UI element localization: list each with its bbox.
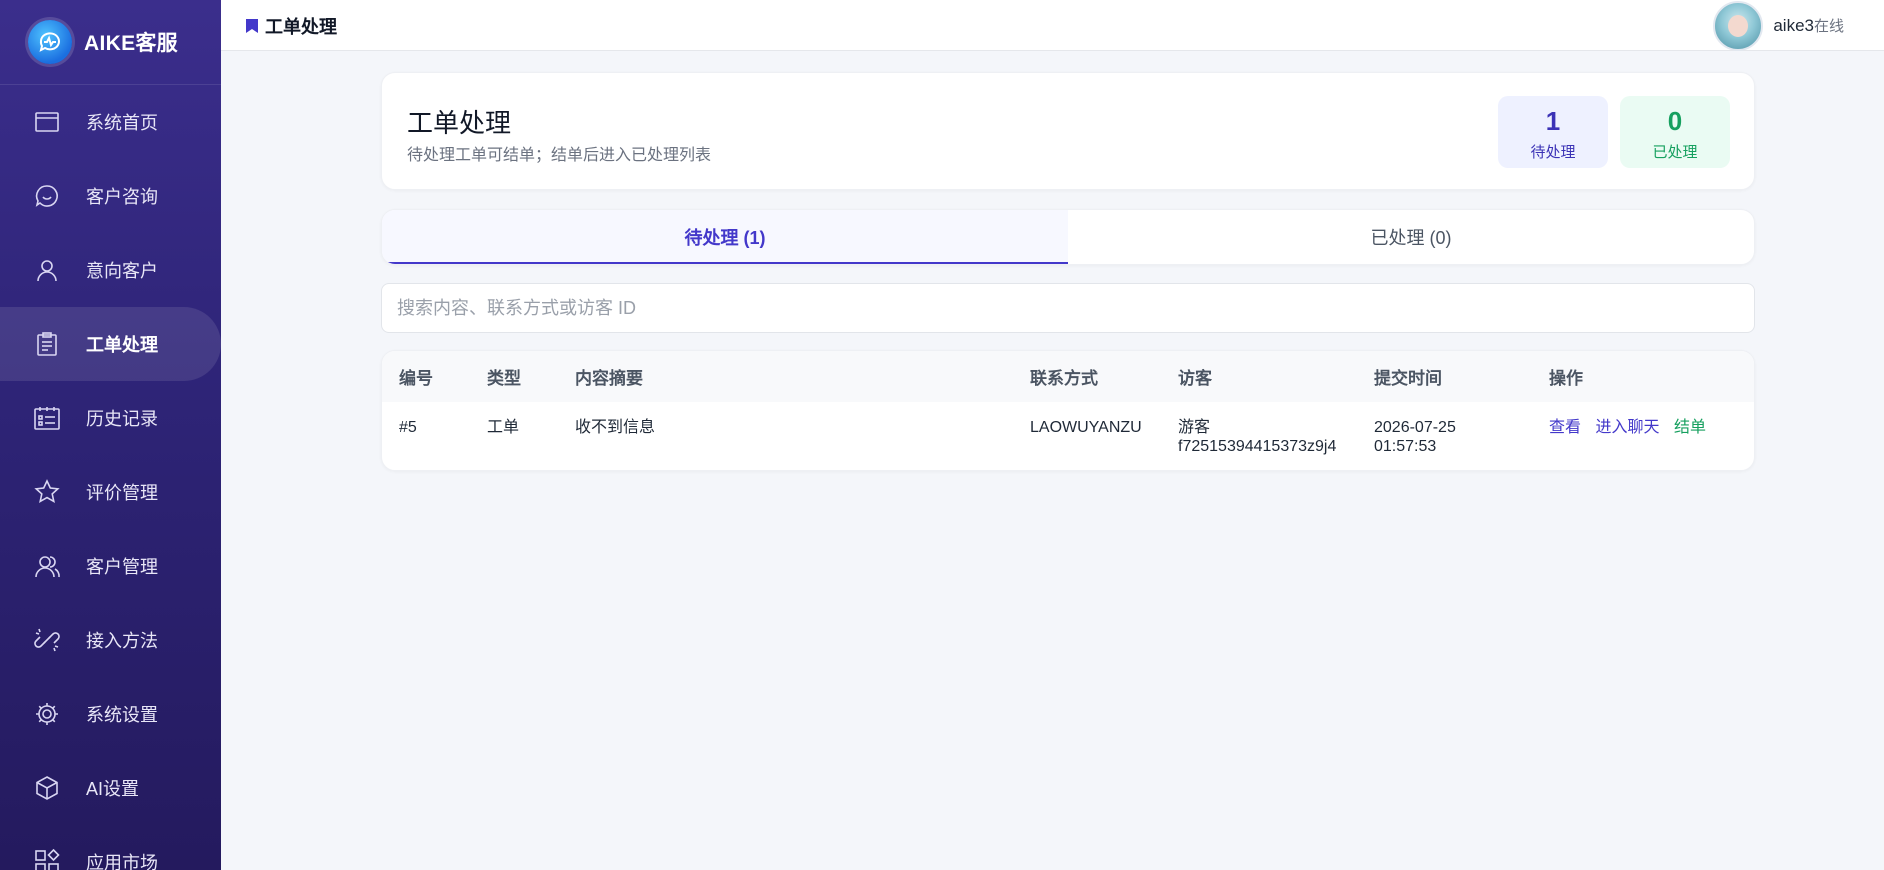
done-label: 已处理 [1652, 144, 1698, 161]
sidebar-item-label: 系统设置 [86, 705, 158, 725]
bookmark-icon [246, 18, 258, 33]
column-header-visitor: 访客 [1178, 369, 1212, 388]
cell-summary: 收不到信息 [575, 419, 656, 436]
star-icon [32, 477, 62, 507]
calendar-list-icon [32, 403, 62, 433]
sidebar-item-tickets[interactable]: 工单处理 [0, 307, 221, 381]
brand[interactable]: AIKE客服 [0, 0, 221, 85]
cell-contact: LAOWUYANZU [1030, 419, 1142, 436]
visitor-id: f72515394415373z9j4 [1178, 438, 1337, 455]
sidebar-item-label: 系统首页 [86, 113, 158, 133]
table-row: #5 工单 收不到信息 LAOWUYANZU 游客 f7251539441537… [382, 402, 1754, 470]
sidebar: AIKE客服 系统首页 客户咨询 意向客户 工单处理 历史记录 评价管理 客户管… [0, 0, 221, 870]
avatar[interactable] [1713, 0, 1764, 51]
table-header-row: 编号 类型 内容摘要 联系方式 访客 提交时间 操作 [382, 351, 1754, 402]
view-link[interactable]: 查看 [1549, 419, 1581, 436]
sidebar-nav: 系统首页 客户咨询 意向客户 工单处理 历史记录 评价管理 客户管理 接入方法 [0, 85, 221, 870]
sidebar-item-label: 客户管理 [86, 557, 158, 577]
done-count-badge: 0 已处理 [1620, 96, 1730, 168]
chat-bubble-icon [32, 181, 62, 211]
sidebar-item-integration[interactable]: 接入方法 [0, 603, 221, 677]
sidebar-item-history[interactable]: 历史记录 [0, 381, 221, 455]
pending-count-badge: 1 待处理 [1498, 96, 1608, 168]
sidebar-item-home[interactable]: 系统首页 [0, 85, 221, 159]
submit-time: 01:57:53 [1374, 438, 1437, 455]
clipboard-icon [32, 329, 62, 359]
pending-count: 1 [1545, 106, 1561, 136]
sidebar-item-app-market[interactable]: 应用市场 [0, 825, 221, 870]
cube-icon [32, 773, 62, 803]
user-icon [32, 255, 62, 285]
sidebar-item-leads[interactable]: 意向客户 [0, 233, 221, 307]
tickets-table: 编号 类型 内容摘要 联系方式 访客 提交时间 操作 #5 工单 收不到信息 L… [382, 351, 1754, 470]
status-tabs: 待处理 (1) 已处理 (0) [381, 209, 1755, 265]
column-header-actions: 操作 [1549, 369, 1583, 388]
sidebar-item-label: 评价管理 [86, 483, 158, 503]
brand-name: AIKE客服 [84, 32, 178, 55]
sidebar-item-reviews[interactable]: 评价管理 [0, 455, 221, 529]
sidebar-item-label: AI设置 [86, 779, 140, 799]
sidebar-item-label: 接入方法 [86, 631, 158, 651]
column-header-id: 编号 [399, 369, 433, 388]
visitor-label: 游客 [1178, 419, 1211, 436]
top-bar: 工单处理 aike3 在线 [221, 0, 1884, 51]
cell-actions: 查看 进入聊天 结单 [1532, 402, 1754, 470]
search-input[interactable] [381, 283, 1755, 333]
done-count: 0 [1667, 106, 1683, 136]
page-title: 工单处理 [407, 108, 512, 138]
enter-chat-link[interactable]: 进入聊天 [1595, 419, 1659, 436]
sidebar-item-consult[interactable]: 客户咨询 [0, 159, 221, 233]
username: aike3 [1773, 15, 1814, 35]
users-icon [32, 551, 62, 581]
user-menu[interactable]: aike3 在线 [1713, 0, 1844, 51]
apps-grid-icon [32, 847, 62, 870]
tickets-table-card: 编号 类型 内容摘要 联系方式 访客 提交时间 操作 #5 工单 收不到信息 L… [381, 350, 1755, 471]
column-header-time: 提交时间 [1374, 369, 1442, 388]
cell-type: 工单 [487, 419, 520, 436]
column-header-summary: 内容摘要 [575, 369, 643, 388]
sidebar-item-label: 意向客户 [86, 261, 158, 281]
tab-done[interactable]: 已处理 (0) [1068, 210, 1754, 264]
sidebar-item-customers[interactable]: 客户管理 [0, 529, 221, 603]
main-content: 工单处理 待处理工单可结单；结单后进入已处理列表 1 待处理 0 已处理 待处理… [381, 72, 1755, 471]
online-status: 在线 [1813, 18, 1844, 35]
column-header-type: 类型 [487, 369, 521, 388]
page-subtitle: 待处理工单可结单；结单后进入已处理列表 [407, 147, 712, 164]
breadcrumb: 工单处理 [245, 0, 337, 51]
sidebar-item-label: 历史记录 [86, 409, 158, 429]
gear-icon [32, 699, 62, 729]
page-header-card: 工单处理 待处理工单可结单；结单后进入已处理列表 1 待处理 0 已处理 [381, 72, 1755, 190]
sidebar-item-settings[interactable]: 系统设置 [0, 677, 221, 751]
sidebar-item-label: 工单处理 [86, 335, 158, 355]
brand-logo-icon [28, 20, 72, 64]
pending-label: 待处理 [1530, 144, 1576, 161]
cell-time: 2026-07-25 01:57:53 [1357, 402, 1532, 470]
window-icon [32, 107, 62, 137]
link-icon [32, 625, 62, 655]
cell-id: #5 [399, 419, 417, 436]
column-header-contact: 联系方式 [1030, 369, 1098, 388]
cell-visitor: 游客 f72515394415373z9j4 [1161, 402, 1357, 470]
sidebar-item-label: 客户咨询 [86, 187, 158, 207]
sidebar-item-label: 应用市场 [86, 853, 158, 870]
submit-date: 2026-07-25 [1374, 419, 1456, 436]
close-ticket-link[interactable]: 结单 [1674, 419, 1706, 436]
tab-pending[interactable]: 待处理 (1) [382, 210, 1068, 264]
breadcrumb-current: 工单处理 [265, 16, 337, 37]
sidebar-item-ai-settings[interactable]: AI设置 [0, 751, 221, 825]
